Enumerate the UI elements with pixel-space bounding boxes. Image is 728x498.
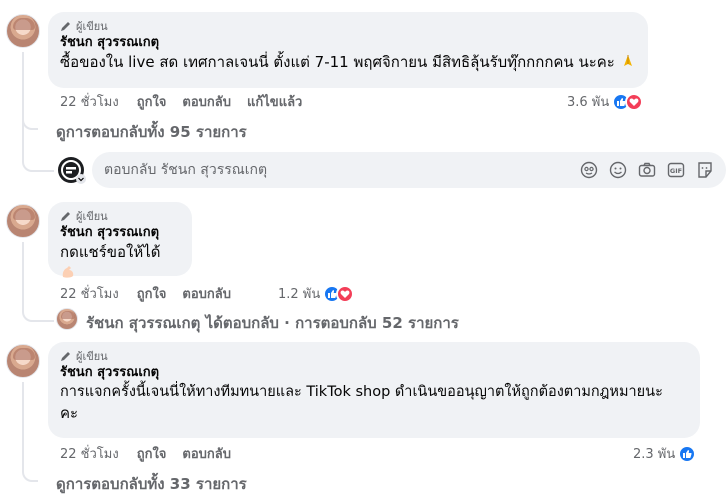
comment-actions: 22 ชั่วโมง ถูกใจ ตอบกลับ — [60, 443, 247, 464]
reaction-count: 2.3 พัน — [633, 447, 676, 462]
thread-line — [22, 382, 24, 464]
pencil-icon — [61, 22, 70, 31]
sticker-icon[interactable] — [696, 161, 714, 179]
author-avatar[interactable] — [6, 14, 40, 48]
comment-bubble: ผู้เขียน รัชนก สุวรรณเกตุ การแจกครั้งนี้… — [48, 342, 700, 438]
comment-author[interactable]: รัชนก สุวรรณเกตุ — [60, 34, 636, 52]
comment-bubble: ผู้เขียน รัชนก สุวรรณเกตุ ซื้อของใน live… — [48, 12, 648, 88]
pencil-icon — [61, 212, 70, 221]
comment-text: ซื้อของใน live สด เทศกาลเจนนี่ ตั้งแต่ 7… — [60, 52, 636, 73]
reply-button[interactable]: ตอบกลับ — [182, 283, 231, 304]
thread-branch — [22, 462, 38, 482]
thread-line — [22, 242, 24, 304]
reply-summary-link[interactable]: รัชนก สุวรรณเกตุ ได้ตอบกลับ · การตอบกลับ… — [86, 311, 459, 335]
flexed-biceps-emoji — [62, 266, 74, 278]
reply-input[interactable]: ตอบกลับ รัชนก สุวรรณเกตุ GIF — [92, 152, 726, 188]
like-button[interactable]: ถูกใจ — [137, 443, 167, 464]
love-reaction-icon — [336, 284, 355, 303]
view-replies-link[interactable]: ดูการตอบกลับทั้ง 33 รายการ — [56, 472, 247, 496]
reaction-count: 1.2 พัน — [278, 287, 321, 302]
view-replies-link[interactable]: ดูการตอบกลับทั้ง 95 รายการ — [56, 120, 247, 144]
author-badge: ผู้เขียน — [60, 208, 180, 224]
author-badge-label: ผู้เขียน — [76, 350, 108, 363]
gif-icon[interactable]: GIF — [667, 161, 685, 179]
reaction-summary[interactable]: 2.3 พัน — [633, 443, 697, 464]
folded-hands-emoji — [623, 55, 632, 66]
comment-time[interactable]: 22 ชั่วโมง — [60, 443, 119, 464]
comment-actions: 22 ชั่วโมง ถูกใจ ตอบกลับ แก้ไขแล้ว — [60, 91, 318, 112]
replier-avatar[interactable] — [56, 308, 78, 330]
comment-text: กดแชร์ขอให้ได้ — [60, 242, 180, 284]
author-avatar[interactable] — [6, 344, 40, 378]
comment-author[interactable]: รัชนก สุวรรณเกตุ — [60, 364, 688, 382]
comment-time[interactable]: 22 ชั่วโมง — [60, 91, 119, 112]
author-badge: ผู้เขียน — [60, 18, 636, 34]
reply-input-placeholder[interactable]: ตอบกลับ รัชนก สุวรรณเกตุ — [104, 159, 569, 181]
comment-actions: 22 ชั่วโมง ถูกใจ ตอบกลับ — [60, 283, 247, 304]
thread-branch — [22, 110, 38, 130]
like-reaction-icon — [678, 444, 697, 463]
like-button[interactable]: ถูกใจ — [137, 91, 167, 112]
smiley-icon[interactable] — [609, 161, 627, 179]
love-reaction-icon — [625, 92, 644, 111]
author-avatar[interactable] — [6, 204, 40, 238]
reaction-summary[interactable]: 1.2 พัน — [278, 283, 355, 304]
reaction-count: 3.6 พัน — [567, 95, 610, 110]
comment-author[interactable]: รัชนก สุวรรณเกตุ — [60, 224, 180, 242]
comment-time[interactable]: 22 ชั่วโมง — [60, 283, 119, 304]
comment-bubble: ผู้เขียน รัชนก สุวรรณเกตุ กดแชร์ขอให้ได้ — [48, 202, 192, 278]
thread-branch — [22, 300, 54, 322]
thread-branch — [22, 140, 54, 172]
pencil-icon — [61, 352, 70, 361]
author-badge-label: ผู้เขียน — [76, 210, 108, 223]
author-badge: ผู้เขียน — [60, 348, 688, 364]
comment-text-line-1: การแจกครั้งนี้เจนนี่ให้ทางทีมทนายและ Tik… — [60, 384, 663, 400]
chevron-down-icon[interactable] — [76, 174, 86, 184]
reply-button[interactable]: ตอบกลับ — [182, 443, 231, 464]
svg-text:GIF: GIF — [670, 167, 682, 175]
edited-label: แก้ไขแล้ว — [247, 95, 303, 110]
reaction-summary[interactable]: 3.6 พัน — [567, 91, 644, 112]
reply-button[interactable]: ตอบกลับ — [182, 91, 231, 112]
comment-text-line-2: คะ — [60, 404, 79, 422]
author-badge-label: ผู้เขียน — [76, 20, 108, 33]
camera-icon[interactable] — [638, 161, 656, 179]
like-button[interactable]: ถูกใจ — [137, 283, 167, 304]
avatar-icon[interactable] — [580, 161, 598, 179]
